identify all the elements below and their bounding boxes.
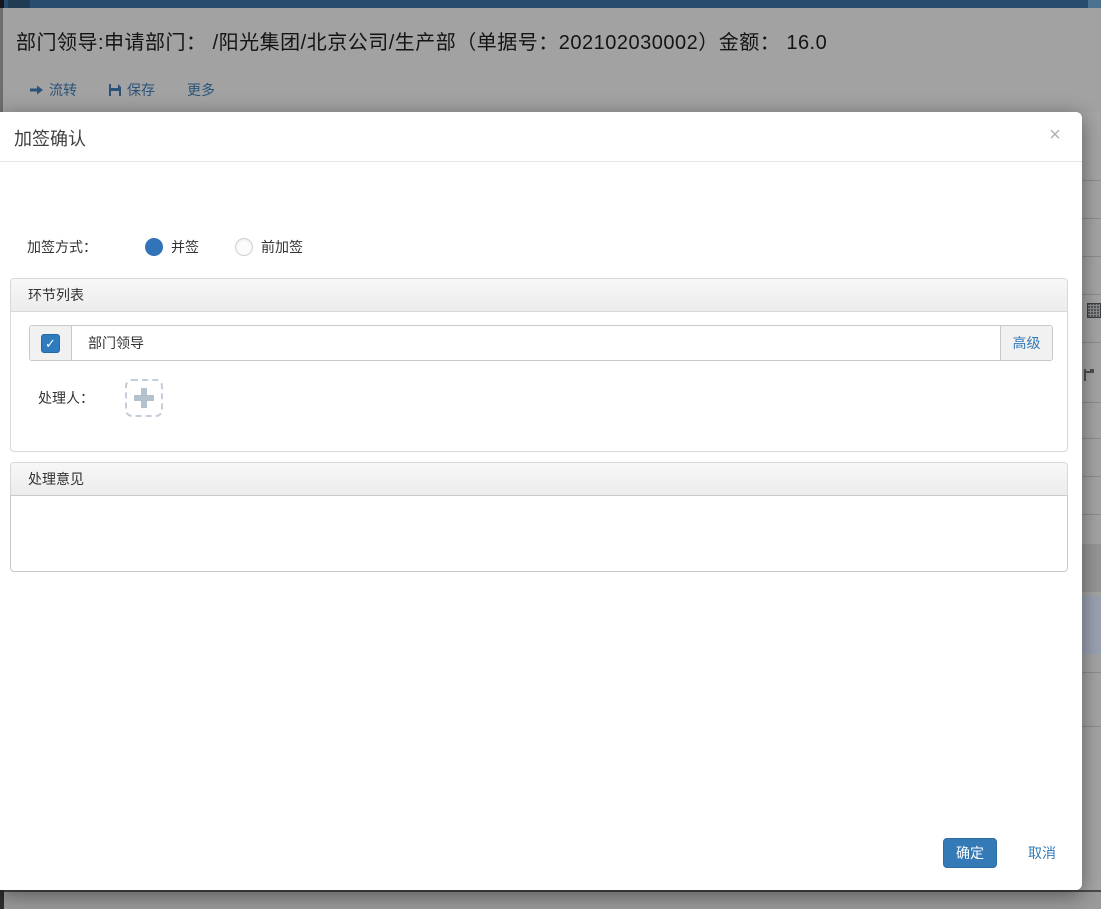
floppy-disk-icon <box>109 84 121 96</box>
radio-selected-icon[interactable] <box>145 238 163 256</box>
underlying-page-header: 部门领导:申请部门： /阳光集团/北京公司/生产部（单据号：2021020300… <box>0 8 1101 112</box>
steps-panel-title: 环节列表 <box>11 279 1067 312</box>
step-row: ✓ 部门领导 高级 <box>29 325 1053 361</box>
radio-label: 前加签 <box>261 239 303 255</box>
flow-transfer-label: 流转 <box>49 82 77 98</box>
table-line <box>1082 402 1101 403</box>
step-name: 部门领导 <box>88 335 144 351</box>
workflow-toolbar: 流转 保存 更多 <box>30 80 215 100</box>
bottom-strip-corner <box>0 890 4 909</box>
method-radio-group: 并签 前加签 <box>145 237 303 257</box>
table-line <box>1082 342 1101 343</box>
radio-option-pre-sign[interactable]: 前加签 <box>235 237 303 257</box>
table-line <box>1082 294 1101 295</box>
more-button[interactable]: 更多 <box>187 80 215 100</box>
comment-textarea[interactable] <box>10 495 1068 572</box>
table-line <box>1082 514 1101 515</box>
cancel-button[interactable]: 取消 <box>1028 843 1056 863</box>
checked-checkbox-icon[interactable]: ✓ <box>41 333 60 353</box>
table-line <box>1082 672 1101 673</box>
top-chrome-bar <box>0 0 1101 8</box>
radio-option-parallel-sign[interactable]: 并签 <box>145 237 199 257</box>
add-handler-button plus-icon[interactable] <box>125 379 163 417</box>
save-button[interactable]: 保存 <box>109 80 155 100</box>
comment-panel-title: 处理意见 <box>11 463 1067 496</box>
flow-transfer-button[interactable]: 流转 <box>30 80 77 100</box>
bottom-strip-edge <box>0 890 1101 892</box>
top-bar-left-segment <box>8 0 30 8</box>
advanced-button[interactable]: 高级 <box>1000 326 1052 360</box>
handler-label: 处理人： <box>38 390 94 406</box>
save-label: 保存 <box>127 82 155 98</box>
countersign-method-row: 加签方式： 并签 前加签 <box>27 237 303 257</box>
table-line <box>1082 438 1101 439</box>
more-label: 更多 <box>187 82 215 98</box>
method-label: 加签方式： <box>27 239 97 255</box>
backdrop-right-strip <box>1082 112 1101 909</box>
comment-panel-header: 处理意见 <box>10 462 1068 496</box>
document-title: 部门领导:申请部门： /阳光集团/北京公司/生产部（单据号：2021020300… <box>16 32 828 54</box>
radio-label: 并签 <box>171 239 199 255</box>
table-line <box>1082 180 1101 181</box>
dialog-title: 加签确认 <box>14 129 86 149</box>
countersign-dialog: 加签确认 × 加签方式： 并签 前加签 环节列表 ✓ 部门领导 高级 处理人： … <box>0 112 1082 890</box>
arrow-right-icon <box>30 85 43 95</box>
ok-button[interactable]: 确定 <box>943 838 997 868</box>
table-line <box>1082 218 1101 219</box>
top-bar-right-segment <box>1088 0 1101 8</box>
dimmed-selection-band <box>1082 596 1101 654</box>
dialog-header: 加签确认 × <box>0 112 1082 162</box>
backdrop-bottom-strip <box>0 890 1101 909</box>
table-line <box>1082 476 1101 477</box>
table-line <box>1082 256 1101 257</box>
grid-picker-icon <box>1087 303 1101 318</box>
close-icon[interactable]: × <box>1044 124 1066 146</box>
top-bar-left-notch <box>0 0 4 8</box>
steps-panel: 环节列表 ✓ 部门领导 高级 处理人： <box>10 278 1068 452</box>
page-left-edge <box>0 8 3 112</box>
dimmed-section-band <box>1082 544 1101 592</box>
dialog-footer: 确定 取消 <box>0 838 1082 870</box>
step-checkbox-cell: ✓ <box>30 326 72 360</box>
table-line <box>1082 726 1101 727</box>
handler-row: 处理人： <box>38 379 163 417</box>
radio-unselected-icon[interactable] <box>235 238 253 256</box>
flow-node-icon <box>1084 369 1094 381</box>
